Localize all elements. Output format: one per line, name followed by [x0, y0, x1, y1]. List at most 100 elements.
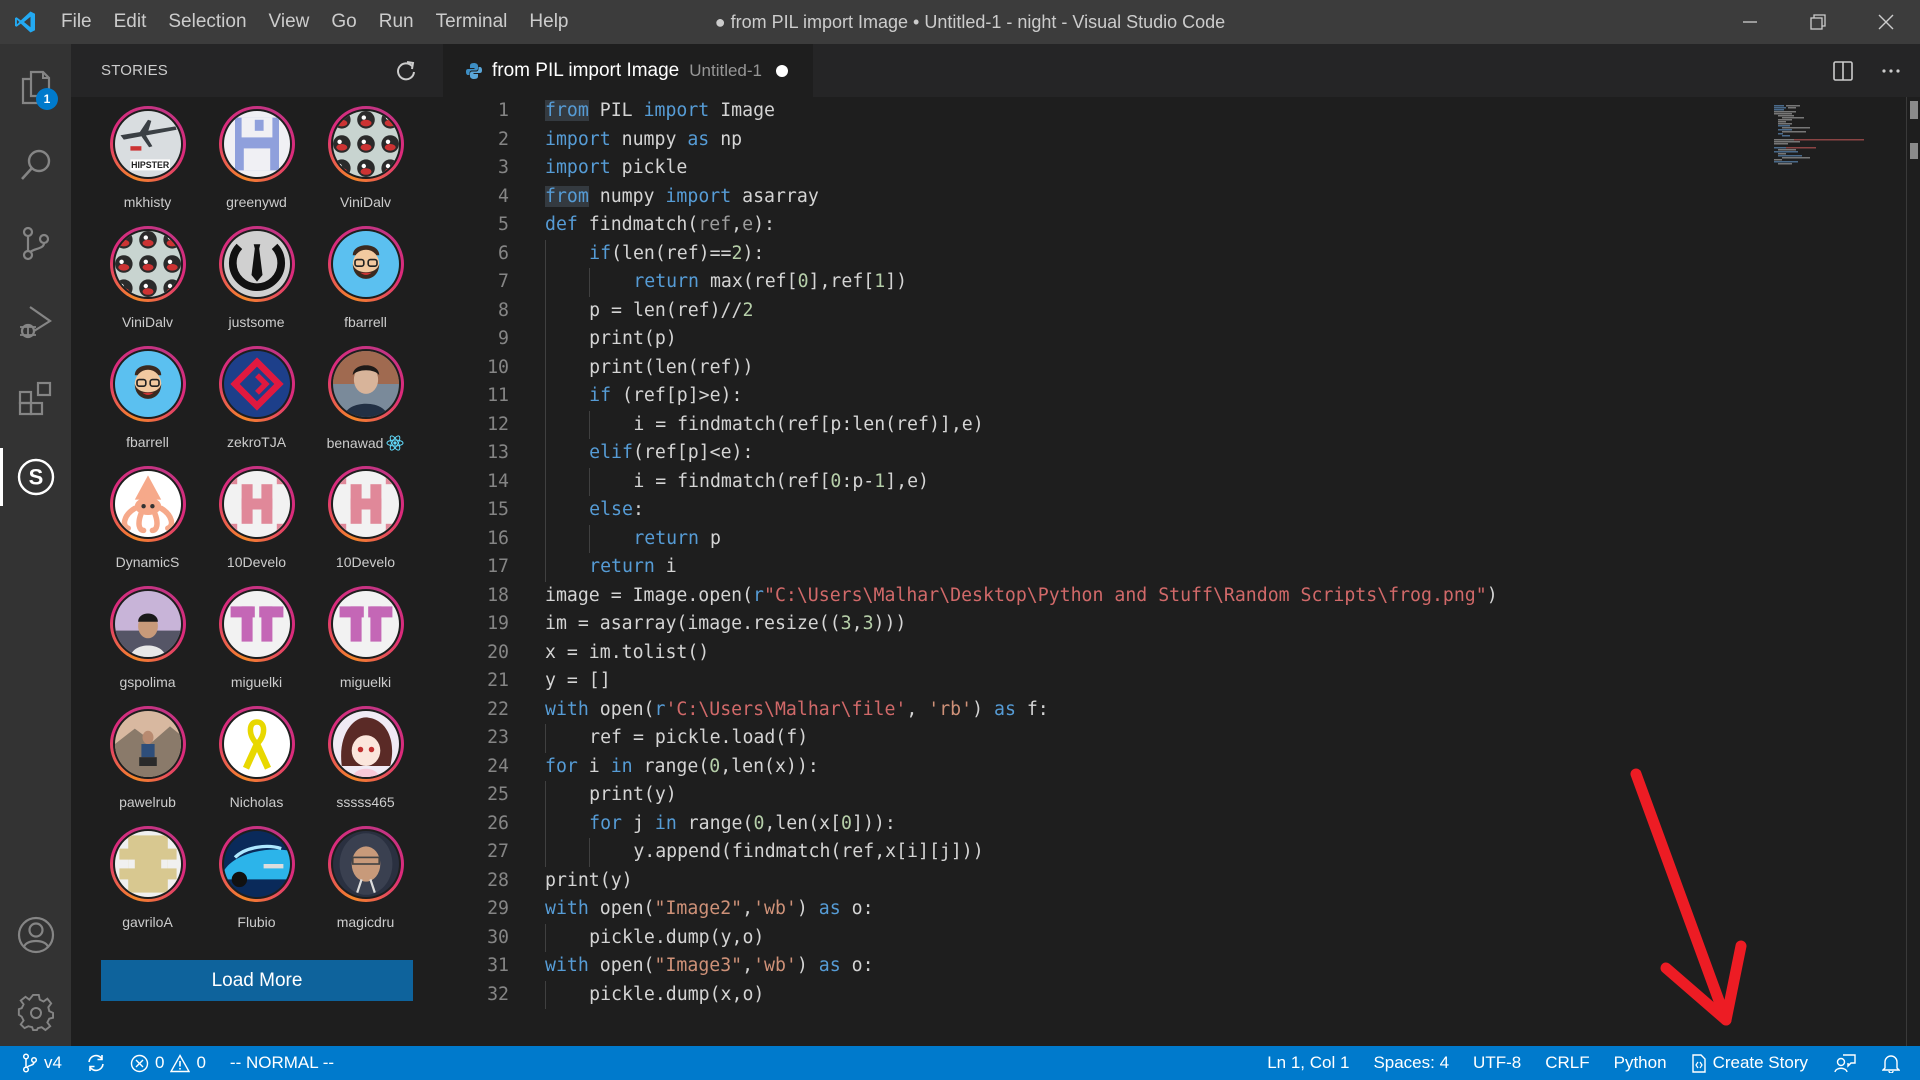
story-ring[interactable]: [327, 466, 404, 542]
story-item[interactable]: ViniDalv: [93, 226, 202, 342]
avatar[interactable]: [223, 351, 290, 417]
code-line[interactable]: 18 image = Image.open(r"C:\Users\Malhar\D…: [443, 582, 1763, 611]
story-item[interactable]: DynamicS: [93, 466, 202, 582]
avatar[interactable]: [114, 591, 181, 657]
scrollbar-thumb[interactable]: [1910, 101, 1918, 119]
avatar[interactable]: [332, 351, 399, 417]
activity-stories[interactable]: S: [0, 442, 71, 512]
code-line[interactable]: 16 return p: [443, 524, 1763, 553]
code-line[interactable]: 7 return max(ref[0],ref[1]): [443, 268, 1763, 297]
activity-explorer[interactable]: 1: [0, 52, 71, 122]
story-item[interactable]: sssss465: [311, 706, 420, 822]
story-item[interactable]: benawad: [311, 346, 420, 462]
story-ring[interactable]: [109, 586, 186, 662]
code-line[interactable]: 3 import pickle: [443, 154, 1763, 183]
more-actions-icon[interactable]: [1880, 60, 1902, 82]
story-ring[interactable]: [218, 826, 295, 902]
menu-go[interactable]: Go: [320, 0, 367, 44]
activity-source-control[interactable]: [0, 208, 71, 278]
story-ring[interactable]: [109, 346, 186, 422]
code-line[interactable]: 14 i = findmatch(ref[0:p-1],e): [443, 467, 1763, 496]
story-item[interactable]: gavriloA: [93, 826, 202, 942]
code-line[interactable]: 28 print(y): [443, 867, 1763, 896]
vertical-scrollbar[interactable]: [1906, 97, 1920, 1046]
menu-help[interactable]: Help: [518, 0, 579, 44]
code-line[interactable]: 13 elif(ref[p]<e):: [443, 439, 1763, 468]
code-line[interactable]: 26 for j in range(0,len(x[0])):: [443, 809, 1763, 838]
story-ring[interactable]: [327, 226, 404, 302]
encoding[interactable]: UTF-8: [1459, 1046, 1531, 1080]
code-line[interactable]: 27 y.append(findmatch(ref,x[i][j])): [443, 838, 1763, 867]
code-editor[interactable]: 1 from PIL import Image 2 import numpy as n…: [443, 97, 1920, 1046]
story-ring[interactable]: [218, 346, 295, 422]
indentation[interactable]: Spaces: 4: [1359, 1046, 1459, 1080]
menu-view[interactable]: View: [258, 0, 321, 44]
story-item[interactable]: zekroTJA: [202, 346, 311, 462]
code-line[interactable]: 24 for i in range(0,len(x)):: [443, 753, 1763, 782]
close-button[interactable]: [1852, 0, 1920, 44]
menu-selection[interactable]: Selection: [157, 0, 257, 44]
story-item[interactable]: magicdru: [311, 826, 420, 942]
avatar[interactable]: [114, 351, 181, 417]
avatar[interactable]: [114, 711, 181, 777]
story-ring[interactable]: [109, 466, 186, 542]
cursor-position[interactable]: Ln 1, Col 1: [1257, 1046, 1359, 1080]
activity-manage[interactable]: [0, 978, 71, 1048]
code-line[interactable]: 6 if(len(ref)==2):: [443, 239, 1763, 268]
line-endings[interactable]: CRLF: [1531, 1046, 1599, 1080]
activity-search[interactable]: [0, 130, 71, 200]
code-line[interactable]: 19 im = asarray(image.resize((3,3))): [443, 610, 1763, 639]
code-line[interactable]: 5 def findmatch(ref,e):: [443, 211, 1763, 240]
story-item[interactable]: greenywd: [202, 106, 311, 222]
story-item[interactable]: fbarrell: [93, 346, 202, 462]
avatar[interactable]: [223, 111, 290, 177]
notifications-button[interactable]: [1866, 1046, 1910, 1080]
story-ring[interactable]: [327, 346, 404, 422]
story-item[interactable]: miguelki: [202, 586, 311, 702]
language-mode[interactable]: Python: [1600, 1046, 1677, 1080]
tab-untitled-1[interactable]: from PIL import Image Untitled-1: [443, 44, 813, 97]
story-ring[interactable]: [218, 706, 295, 782]
story-ring[interactable]: [109, 226, 186, 302]
code-line[interactable]: 30 pickle.dump(y,o): [443, 923, 1763, 952]
code-line[interactable]: 21 y = []: [443, 667, 1763, 696]
code-line[interactable]: 32 pickle.dump(x,o): [443, 980, 1763, 1009]
story-ring[interactable]: [327, 826, 404, 902]
code-line[interactable]: 4 from numpy import asarray: [443, 183, 1763, 212]
code-line[interactable]: 15 else:: [443, 496, 1763, 525]
code-line[interactable]: 17 return i: [443, 553, 1763, 582]
feedback-button[interactable]: [1818, 1046, 1866, 1080]
avatar[interactable]: [332, 591, 399, 657]
menu-edit[interactable]: Edit: [103, 0, 158, 44]
story-item[interactable]: ViniDalv: [311, 106, 420, 222]
restore-button[interactable]: [1784, 0, 1852, 44]
code-line[interactable]: 22 with open(r'C:\Users\Malhar\file', 'rb…: [443, 696, 1763, 725]
story-ring[interactable]: [109, 826, 186, 902]
load-more-button[interactable]: Load More: [101, 960, 413, 1001]
code-line[interactable]: 11 if (ref[p]>e):: [443, 382, 1763, 411]
avatar[interactable]: [223, 471, 290, 537]
code-line[interactable]: 2 import numpy as np: [443, 126, 1763, 155]
avatar[interactable]: [332, 231, 399, 297]
code-line[interactable]: 9 print(p): [443, 325, 1763, 354]
code-line[interactable]: 20 x = im.tolist(): [443, 639, 1763, 668]
story-item[interactable]: gspolima: [93, 586, 202, 702]
refresh-button[interactable]: [393, 58, 419, 84]
avatar[interactable]: [114, 831, 181, 897]
avatar[interactable]: [332, 831, 399, 897]
story-item[interactable]: 10Develo: [202, 466, 311, 582]
story-item[interactable]: Flubio: [202, 826, 311, 942]
activity-accounts[interactable]: [0, 900, 71, 970]
story-item[interactable]: justsome: [202, 226, 311, 342]
avatar[interactable]: [223, 831, 290, 897]
story-ring[interactable]: [109, 706, 186, 782]
minimap[interactable]: [1774, 105, 1864, 165]
problems-indicator[interactable]: 0 0: [116, 1046, 216, 1080]
code-line[interactable]: 23 ref = pickle.load(f): [443, 724, 1763, 753]
activity-run-debug[interactable]: [0, 286, 71, 356]
menu-terminal[interactable]: Terminal: [425, 0, 519, 44]
avatar[interactable]: [223, 591, 290, 657]
avatar[interactable]: [332, 471, 399, 537]
story-item[interactable]: HIPSTER mkhisty: [93, 106, 202, 222]
avatar[interactable]: [223, 231, 290, 297]
